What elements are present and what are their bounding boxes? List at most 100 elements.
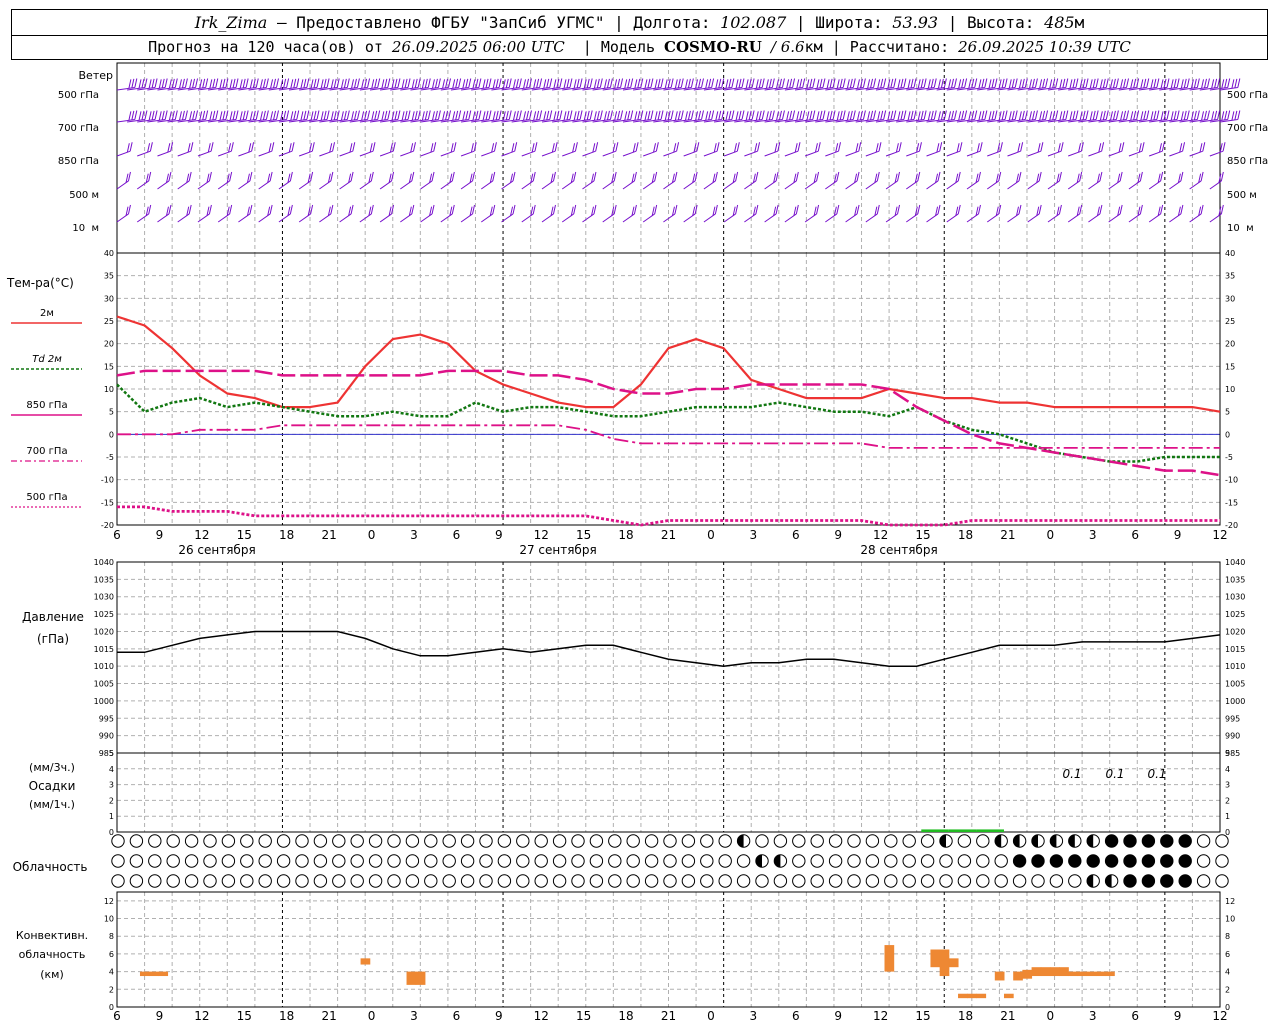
wind-barb [278,180,291,190]
wind-barb-feather [126,143,130,153]
wind-barb [177,213,190,223]
wind-barb-feather [917,79,921,89]
wind-barb-feather [351,111,354,121]
pressure-tick-left: 1010 [94,662,114,671]
wind-barb-feather [1017,143,1021,153]
wind-barb-feather [178,79,182,89]
wind-barb-feather [1139,204,1143,215]
wind-barb-feather [427,78,431,88]
wind-barb-feather [468,78,472,88]
wind-barb-feather [131,110,135,121]
wind-barb-feather [633,171,637,182]
wind-barb-feather [1089,79,1093,89]
wind-barb-feather [741,78,745,88]
cloud-cover-symbol [534,874,548,888]
wind-barb-feather [708,110,712,121]
wind-barb-feather [1004,78,1008,88]
convective-bar [930,949,941,968]
convective-bar [1077,971,1088,977]
cloud-cover-symbol [792,834,806,848]
wind-barb-feather [475,78,479,89]
cloud-cover-symbol [626,874,640,888]
wind-barb-feather [404,110,408,121]
wind-barb-feather [269,171,273,182]
wind-barb-feather [1008,79,1012,89]
cloud-cover-symbol [442,854,456,868]
wind-barb-feather [168,171,172,182]
hour-label: 0 [368,1009,376,1023]
wind-barb-feather [539,78,543,88]
cloud-cover-symbol [976,854,990,868]
wind-barb-feather [168,204,172,215]
wind-barb-feather [1176,78,1180,88]
wind-barb-feather [839,78,843,89]
wind-barb-feather [313,78,317,89]
wind-barb-feather [532,171,536,182]
temp-tick-left: -5 [106,453,114,462]
wind-barb-feather [515,110,519,121]
wind-barb-feather [1221,111,1225,121]
wind-barb-feather [174,78,178,88]
wind-barb-feather [786,79,790,89]
wind-barb-feather [593,79,597,89]
precip-tick-left: 1 [109,812,114,821]
wind-barb-feather [546,78,550,89]
wind-barb-feather [593,171,597,182]
wind-barb-feather [1095,78,1099,88]
wind-barb-feather [222,110,226,121]
wind-barb-feather [1105,110,1109,120]
wind-barb-feather [431,204,435,215]
pressure-tick-right: 1025 [1225,610,1245,619]
wind-barb-feather [923,78,927,88]
wind-barb-feather [606,78,610,89]
wind-barb-feather [290,79,294,89]
hour-label: 12 [194,528,209,542]
wind-barb-feather [184,110,188,120]
wind-barb [400,213,413,223]
wind-barb-feather [657,110,661,121]
wind-barb-feather [839,110,843,121]
wind-barb-feather [330,79,334,89]
hour-label: 21 [321,1009,336,1023]
wind-barb-feather [937,204,941,215]
wind-barb-feather [1180,79,1184,89]
wind-barb-feather [1160,79,1164,89]
wind-barb-feather [168,111,172,121]
wind-barb-feather [1092,78,1096,89]
cloud-cover-symbol [497,874,512,888]
wind-barb-feather [330,204,334,215]
wind-barb-feather [141,110,145,121]
wind-barb-feather [455,110,459,121]
cloud-cover-symbol [184,874,199,888]
cloud-cover-symbol [552,874,567,888]
wind-barb-feather [498,110,502,120]
wind-barb-feather [650,78,654,88]
wind-barb-feather [728,110,732,121]
temp-tick-right: 15 [1225,362,1235,371]
hour-label: 9 [1174,1009,1182,1023]
wind-barb-feather [462,111,466,121]
wind-barb [157,213,170,223]
wind-level-850hpa-right: 850 гПа [1227,156,1268,167]
wind-barb-feather [554,142,558,152]
wind-barb-feather [330,111,334,121]
hour-label: 9 [834,1009,842,1023]
cloud-cover-half [737,834,744,848]
wind-barb-feather [589,110,593,120]
wind-barb [561,180,575,190]
wind-barb-feather [913,78,917,88]
cloud-cover-symbol [644,834,659,848]
cloud-cover-symbol [957,854,972,868]
wind-barb-feather [306,78,310,88]
wind-barb-feather [242,110,246,121]
cloud-cover-symbol [111,834,125,848]
wind-barb-feather [1186,78,1190,88]
wind-barb-feather [452,79,456,89]
wind-barb-feather [957,204,961,215]
wind-barb-feather [209,79,213,89]
wind-barb-feather [498,78,502,88]
cloud-cover-symbol [1215,834,1229,848]
wind-barb [278,213,291,223]
wind-barb-feather [593,204,597,215]
wind-barb-feather [735,79,739,89]
